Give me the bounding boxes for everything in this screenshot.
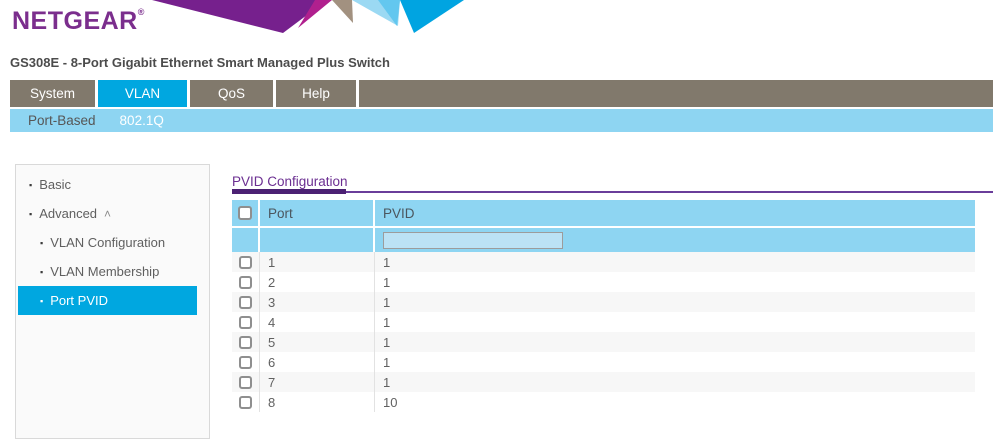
pvid-cell: 1 [375,352,975,372]
netgear-logo: NETGEAR® [12,7,145,36]
bullet-icon: ▪ [29,180,32,190]
sidebar-item-advanced[interactable]: ▪ Advanced ˄ [16,199,209,228]
bullet-icon: ▪ [29,209,32,219]
row-checkbox[interactable] [239,336,252,349]
row-checkbox[interactable] [239,396,252,409]
port-cell: 6 [260,352,375,372]
sidebar-menu: ▪ Basic ▪ Advanced ˄ ▪ VLAN Configuratio… [15,164,210,439]
section-heading: PVID Configuration [232,174,348,189]
tab-system[interactable]: System [10,80,98,107]
bullet-icon: ▪ [40,296,43,306]
port-cell: 1 [260,252,375,272]
port-cell: 7 [260,372,375,392]
port-cell: 3 [260,292,375,312]
registered-trademark-icon: ® [138,7,145,17]
sidebar-item-port-pvid[interactable]: ▪ Port PVID [18,286,197,315]
bullet-icon: ▪ [40,267,43,277]
tab-vlan[interactable]: VLAN [98,80,190,107]
row-checkbox[interactable] [239,376,252,389]
column-header-pvid: PVID [375,200,975,226]
sub-nav: Port-Based 802.1Q [10,109,993,132]
sidebar-item-label: Advanced [39,206,97,221]
pvid-input[interactable] [383,232,563,249]
subnav-item-port-based[interactable]: Port-Based [28,113,96,128]
app-window: NETGEAR® GS308E - 8-Port Gigabit Etherne… [0,0,1007,439]
table-row: 6 1 [232,352,975,372]
row-checkbox[interactable] [239,296,252,309]
pvid-cell: 10 [375,392,975,412]
row-checkbox[interactable] [239,356,252,369]
pvid-cell: 1 [375,332,975,352]
table-row: 7 1 [232,372,975,392]
main-nav: System VLAN QoS Help [10,80,993,107]
table-row: 1 1 [232,252,975,272]
banner-graphic [148,0,470,33]
table-row: 3 1 [232,292,975,312]
row-checkbox[interactable] [239,256,252,269]
port-cell: 8 [260,392,375,412]
netgear-logo-text: NETGEAR [12,7,138,35]
port-cell: 4 [260,312,375,332]
row-checkbox[interactable] [239,276,252,289]
table-row: 8 10 [232,392,975,412]
sidebar-item-basic[interactable]: ▪ Basic [16,170,209,199]
collapse-caret-icon: ˄ [104,207,111,221]
table-row: 4 1 [232,312,975,332]
pvid-cell: 1 [375,292,975,312]
table-row: 2 1 [232,272,975,292]
port-cell: 5 [260,332,375,352]
port-cell: 2 [260,272,375,292]
bullet-icon: ▪ [40,238,43,248]
pvid-cell: 1 [375,252,975,272]
heading-rule [232,191,993,193]
pvid-cell: 1 [375,312,975,332]
table-filter-row [232,228,975,252]
sidebar-item-vlan-configuration[interactable]: ▪ VLAN Configuration [16,228,209,257]
table-header-row: Port PVID [232,200,975,226]
sidebar-item-label: Basic [39,177,71,192]
sidebar-item-label: Port PVID [50,293,108,308]
pvid-cell: 1 [375,272,975,292]
select-all-checkbox[interactable] [238,206,252,220]
row-checkbox[interactable] [239,316,252,329]
tab-qos[interactable]: QoS [190,80,276,107]
pvid-table: Port PVID 1 1 2 1 3 1 4 1 [232,200,975,412]
pvid-cell: 1 [375,372,975,392]
sidebar-item-label: VLAN Configuration [50,235,165,250]
sidebar-item-vlan-membership[interactable]: ▪ VLAN Membership [16,257,209,286]
column-header-port: Port [260,200,375,226]
subnav-item-8021q[interactable]: 802.1Q [120,113,164,128]
device-title: GS308E - 8-Port Gigabit Ethernet Smart M… [10,55,390,70]
table-row: 5 1 [232,332,975,352]
sidebar-item-label: VLAN Membership [50,264,159,279]
heading-rule-accent [232,189,346,194]
tab-help[interactable]: Help [276,80,359,107]
